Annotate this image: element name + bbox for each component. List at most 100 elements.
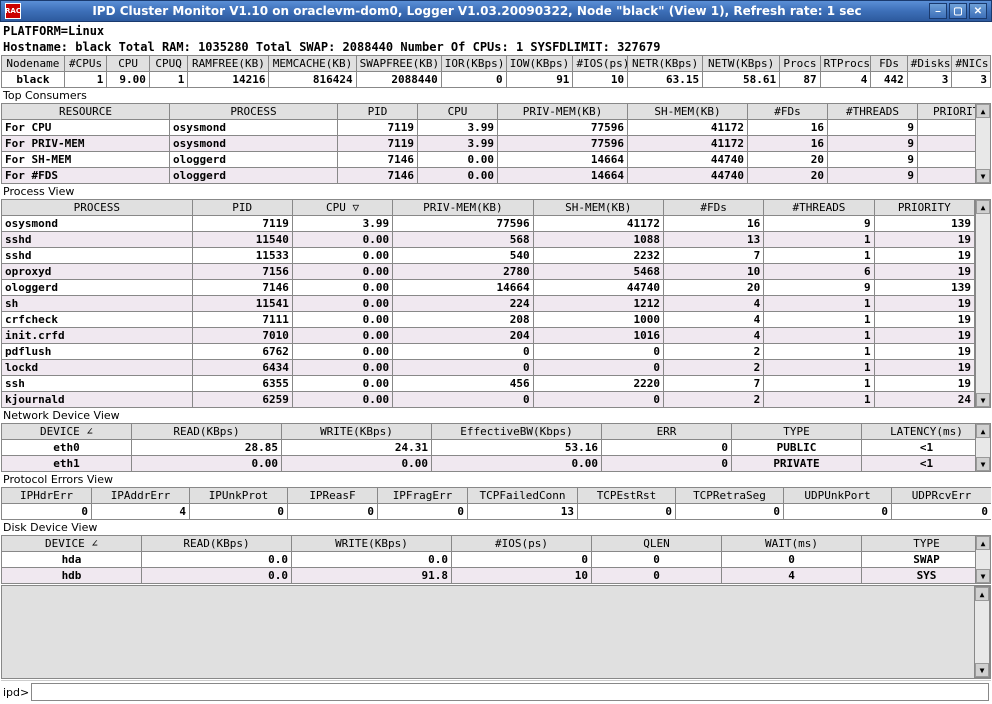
table-row[interactable]: lockd64340.00002119 <box>2 360 975 376</box>
disk-view-scrollbar[interactable]: ▲ ▼ <box>975 535 991 584</box>
table-row[interactable]: For CPUosysmond71193.997759641172169139 <box>2 120 976 136</box>
scroll-down-icon[interactable]: ▼ <box>976 393 990 407</box>
table-row[interactable]: hdb0.091.81004SYS <box>2 568 976 584</box>
scroll-down-icon[interactable]: ▼ <box>976 169 990 183</box>
pe-col-2[interactable]: IPUnkProt <box>190 488 288 504</box>
tc-col-priority[interactable]: PRIORITY <box>918 104 976 120</box>
dv-col-iosps[interactable]: #IOS(ps) <box>452 536 592 552</box>
tc-col-fds[interactable]: #FDs <box>748 104 828 120</box>
pv-col-fds[interactable]: #FDs <box>663 200 763 216</box>
pe-col-1[interactable]: IPAddrErr <box>92 488 190 504</box>
dv-col-device[interactable]: DEVICE ∠ <box>2 536 142 552</box>
table-row[interactable]: ssh63550.0045622207119 <box>2 376 975 392</box>
table-row[interactable]: For SH-MEMologgerd71460.0014664447402091… <box>2 152 976 168</box>
command-input[interactable] <box>31 683 989 701</box>
node-summary-row[interactable]: black 1 9.00 1 14216 816424 2088440 0 91… <box>2 72 991 88</box>
pe-col-6[interactable]: TCPEstRst <box>578 488 676 504</box>
pe-col-4[interactable]: IPFragErr <box>378 488 468 504</box>
table-row[interactable]: sh115410.0022412124119 <box>2 296 975 312</box>
table-row[interactable]: osysmond71193.997759641172169139 <box>2 216 975 232</box>
tc-col-process[interactable]: PROCESS <box>170 104 338 120</box>
table-row[interactable]: hda0.00.0000SWAP <box>2 552 976 568</box>
tc-col-resource[interactable]: RESOURCE <box>2 104 170 120</box>
dv-col-type[interactable]: TYPE <box>862 536 976 552</box>
dv-col-qlen[interactable]: QLEN <box>592 536 722 552</box>
col-iow[interactable]: IOW(KBps) <box>506 56 573 72</box>
col-netr[interactable]: NETR(KBps) <box>628 56 703 72</box>
pe-col-3[interactable]: IPReasF <box>288 488 378 504</box>
pe-col-8[interactable]: UDPUnkPort <box>784 488 892 504</box>
pv-col-shmem[interactable]: SH-MEM(KB) <box>533 200 663 216</box>
table-row[interactable]: For #FDSologgerd71460.001466444740209139 <box>2 168 976 184</box>
process-view-scrollbar[interactable]: ▲ ▼ <box>975 199 991 408</box>
nv-col-effbw[interactable]: EffectiveBW(Kbps) <box>432 424 602 440</box>
maximize-button[interactable]: ▢ <box>949 3 967 19</box>
col-cpus[interactable]: #CPUs <box>64 56 107 72</box>
log-scrollbar[interactable]: ▲ ▼ <box>974 586 990 678</box>
scroll-up-icon[interactable]: ▲ <box>975 587 989 601</box>
scroll-up-icon[interactable]: ▲ <box>976 200 990 214</box>
col-cpu[interactable]: CPU <box>107 56 150 72</box>
table-row[interactable]: oproxyd71560.002780546810619 <box>2 264 975 280</box>
nv-col-type[interactable]: TYPE <box>732 424 862 440</box>
pv-col-cpu[interactable]: CPU ▽ <box>292 200 392 216</box>
pe-col-7[interactable]: TCPRetraSeg <box>676 488 784 504</box>
col-memcache[interactable]: MEMCACHE(KB) <box>269 56 356 72</box>
top-consumers-scrollbar[interactable]: ▲ ▼ <box>975 103 991 184</box>
col-fds[interactable]: FDs <box>871 56 907 72</box>
pv-col-threads[interactable]: #THREADS <box>764 200 874 216</box>
nv-col-err[interactable]: ERR <box>602 424 732 440</box>
table-row[interactable]: sshd115400.00568108813119 <box>2 232 975 248</box>
nv-col-latency[interactable]: LATENCY(ms) <box>862 424 976 440</box>
dv-col-wait[interactable]: WAIT(ms) <box>722 536 862 552</box>
pe-col-0[interactable]: IPHdrErr <box>2 488 92 504</box>
table-row[interactable]: kjournald62590.00002124 <box>2 392 975 408</box>
close-button[interactable]: ✕ <box>969 3 987 19</box>
scroll-up-icon[interactable]: ▲ <box>976 104 990 118</box>
scroll-down-icon[interactable]: ▼ <box>976 457 990 471</box>
tc-col-cpu[interactable]: CPU <box>418 104 498 120</box>
nv-col-read[interactable]: READ(KBps) <box>132 424 282 440</box>
table-row[interactable]: init.crfd70100.0020410164119 <box>2 328 975 344</box>
col-ramfree[interactable]: RAMFREE(KB) <box>188 56 269 72</box>
col-rtprocs[interactable]: RTProcs <box>820 56 871 72</box>
col-ior[interactable]: IOR(KBps) <box>441 56 506 72</box>
table-row[interactable]: For PRIV-MEMosysmond71193.99775964117216… <box>2 136 976 152</box>
tc-col-pid[interactable]: PID <box>338 104 418 120</box>
pe-col-9[interactable]: UDPRcvErr <box>892 488 992 504</box>
scroll-up-icon[interactable]: ▲ <box>976 424 990 438</box>
scroll-down-icon[interactable]: ▼ <box>975 663 989 677</box>
tc-col-threads[interactable]: #THREADS <box>828 104 918 120</box>
scroll-up-icon[interactable]: ▲ <box>976 536 990 550</box>
col-nodename[interactable]: Nodename <box>2 56 65 72</box>
table-row[interactable]: pdflush67620.00002119 <box>2 344 975 360</box>
table-row[interactable]: sshd115330.0054022327119 <box>2 248 975 264</box>
minimize-button[interactable]: – <box>929 3 947 19</box>
col-disks[interactable]: #Disks <box>907 56 952 72</box>
col-netw[interactable]: NETW(KBps) <box>703 56 780 72</box>
nv-col-device[interactable]: DEVICE ∠ <box>2 424 132 440</box>
table-row[interactable]: crfcheck71110.0020810004119 <box>2 312 975 328</box>
top-consumers-table: RESOURCE PROCESS PID CPU PRIV-MEM(KB) SH… <box>1 103 991 184</box>
table-row[interactable]: eth10.000.000.000PRIVATE<1 <box>2 456 976 472</box>
table-row[interactable]: ologgerd71460.001466444740209139 <box>2 280 975 296</box>
col-swapfree[interactable]: SWAPFREE(KB) <box>356 56 441 72</box>
dv-col-read[interactable]: READ(KBps) <box>142 536 292 552</box>
table-row[interactable]: eth028.8524.3153.160PUBLIC<1 <box>2 440 976 456</box>
pv-col-privmem[interactable]: PRIV-MEM(KB) <box>393 200 533 216</box>
network-view-scrollbar[interactable]: ▲ ▼ <box>975 423 991 472</box>
col-iosps[interactable]: #IOS(ps) <box>573 56 628 72</box>
col-procs[interactable]: Procs <box>780 56 821 72</box>
pv-col-process[interactable]: PROCESS <box>2 200 193 216</box>
tc-col-shmem[interactable]: SH-MEM(KB) <box>628 104 748 120</box>
pv-col-priority[interactable]: PRIORITY <box>874 200 974 216</box>
col-nics[interactable]: #NICs <box>952 56 991 72</box>
pe-row[interactable]: 0 4 0 0 0 13 0 0 0 0 <box>2 504 992 520</box>
tc-col-privmem[interactable]: PRIV-MEM(KB) <box>498 104 628 120</box>
pe-col-5[interactable]: TCPFailedConn <box>468 488 578 504</box>
nv-col-write[interactable]: WRITE(KBps) <box>282 424 432 440</box>
col-cpuq[interactable]: CPUQ <box>149 56 188 72</box>
pv-col-pid[interactable]: PID <box>192 200 292 216</box>
scroll-down-icon[interactable]: ▼ <box>976 569 990 583</box>
dv-col-write[interactable]: WRITE(KBps) <box>292 536 452 552</box>
